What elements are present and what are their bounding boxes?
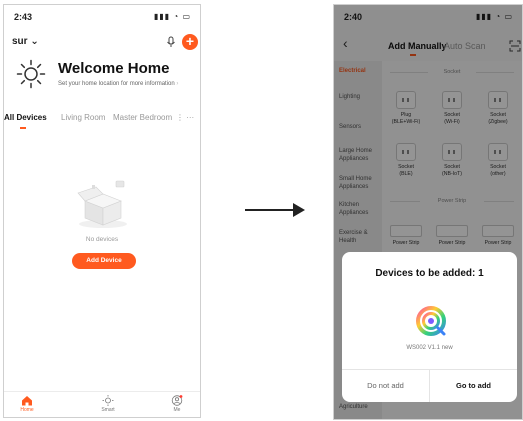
tabbar-home-label: Home xyxy=(20,407,34,413)
tab-all-devices[interactable]: All Devices xyxy=(4,113,47,122)
home-screen: 2:43 ▮▮▮ ◔ ▭ sur ⌄ + Welcome Home Set yo… xyxy=(3,4,201,418)
welcome-subtitle-text: Set your home location for more informat… xyxy=(58,81,175,87)
device-name: WS002 V1.1 new xyxy=(406,345,453,351)
welcome-subtitle[interactable]: Set your home location for more informat… xyxy=(58,81,178,87)
status-bar: 2:43 ▮▮▮ ◔ ▭ xyxy=(4,5,200,29)
tabbar-me-label: Me xyxy=(173,407,181,413)
welcome-title: Welcome Home xyxy=(58,60,170,77)
empty-box-icon xyxy=(77,180,127,228)
tabbar-home[interactable]: Home xyxy=(12,395,42,413)
tabbar-me[interactable]: Me xyxy=(162,395,192,413)
bottom-tabbar: Home Smart Me xyxy=(4,391,200,417)
tab-underline xyxy=(20,127,26,129)
tab-living-room[interactable]: Living Room xyxy=(61,113,105,122)
status-icons: ▮▮▮ ◔ ▭ xyxy=(153,12,191,21)
chevron-down-icon: ⌄ xyxy=(30,36,39,47)
home-name: sur xyxy=(12,36,28,47)
arrow-right-icon xyxy=(245,203,305,217)
home-icon xyxy=(22,396,32,406)
user-icon xyxy=(171,395,183,406)
device-logo-icon xyxy=(416,306,446,336)
go-to-add-button[interactable]: Go to add xyxy=(430,369,517,402)
device-found-dialog: Devices to be added: 1 WS002 V1.1 new Do… xyxy=(342,252,517,402)
add-device-screen: 2:40 ▮▮▮ ◔ ▭ ‹ Add Manually Auto Scan El… xyxy=(333,4,523,420)
chevron-right-icon: › xyxy=(176,81,179,87)
add-icon[interactable]: + xyxy=(182,34,198,50)
dialog-title: Devices to be added: 1 xyxy=(375,268,484,279)
room-tabs: All Devices Living Room Master Bedroom ⋮… xyxy=(4,113,200,129)
sun-icon xyxy=(16,59,46,89)
more-icon[interactable]: ⋮ ··· xyxy=(176,113,194,122)
do-not-add-button[interactable]: Do not add xyxy=(342,369,429,402)
empty-message: No devices xyxy=(85,236,119,243)
status-time: 2:43 xyxy=(14,12,33,22)
tabbar-smart[interactable]: Smart xyxy=(93,395,123,413)
tab-master-bedroom[interactable]: Master Bedroom xyxy=(113,113,172,122)
tabbar-smart-label: Smart xyxy=(101,407,115,413)
sun-icon xyxy=(102,395,114,406)
microphone-icon[interactable] xyxy=(165,36,177,48)
home-selector[interactable]: sur ⌄ xyxy=(12,36,39,47)
add-device-button[interactable]: Add Device xyxy=(72,253,136,269)
